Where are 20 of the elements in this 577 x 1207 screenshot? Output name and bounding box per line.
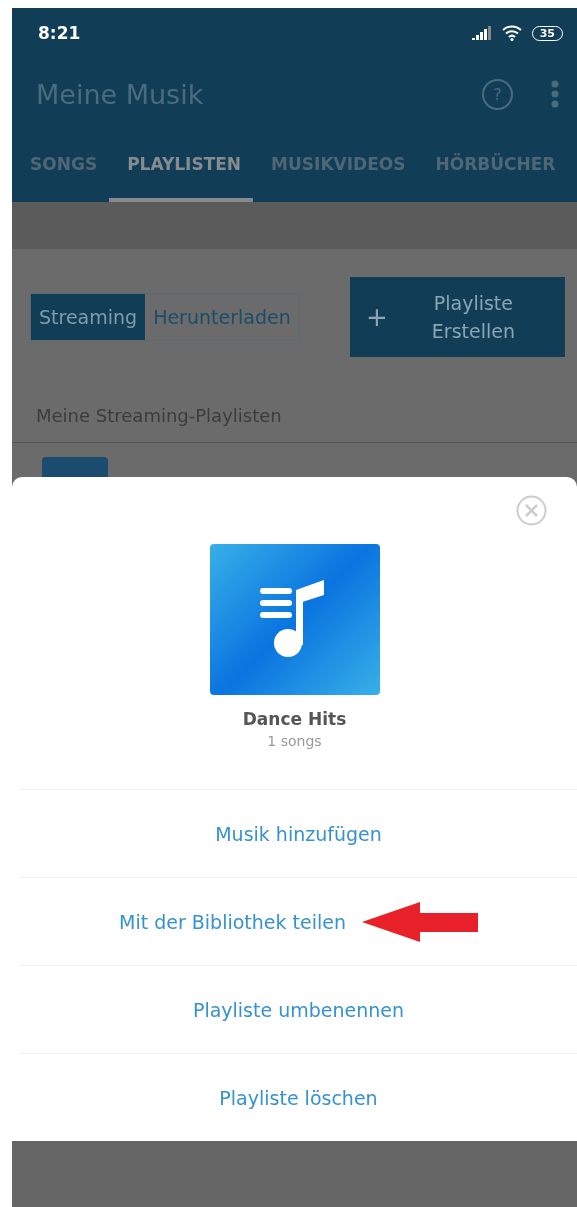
tab[interactable]: MUSIKVIDEOS [253, 130, 418, 202]
create-playlist-button[interactable]: + Playliste Erstellen [350, 277, 565, 357]
playlist-title: Dance Hits [242, 709, 347, 729]
more-menu-icon[interactable] [551, 80, 559, 108]
wifi-icon [501, 25, 522, 41]
tab[interactable]: SONGS [12, 130, 110, 202]
playlist-thumbnail [42, 457, 108, 477]
status-time: 8:21 [38, 23, 82, 43]
app-title: Meine Musik [36, 78, 205, 110]
song-count: 1 songs [267, 733, 322, 749]
tab[interactable]: HÖRBÜCHER [417, 130, 568, 202]
action-link[interactable]: Playliste umbenennen [192, 998, 405, 1021]
close-icon[interactable] [516, 495, 547, 526]
signal-icon [471, 26, 492, 40]
action-link[interactable]: Mit der Bibliothek teilen [119, 910, 346, 933]
action-link[interactable]: Musik hinzufügen [215, 822, 382, 845]
help-button[interactable]: ? [482, 78, 513, 110]
action-link[interactable]: Playliste löschen [219, 1086, 378, 1109]
segment-button[interactable]: Streaming [31, 294, 146, 340]
segment-button[interactable]: Herunterladen [145, 294, 299, 340]
